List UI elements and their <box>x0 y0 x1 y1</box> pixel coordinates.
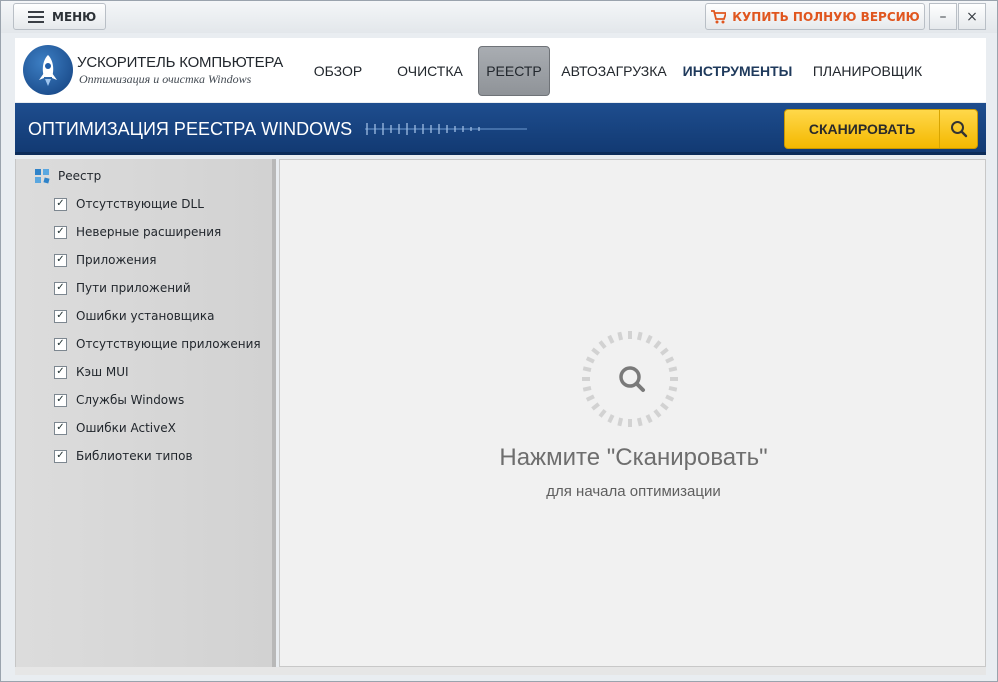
spinner-tick <box>636 417 643 427</box>
spinner-tick <box>636 331 643 341</box>
minimize-icon: – <box>939 8 947 25</box>
minimize-button[interactable]: – <box>929 3 957 30</box>
registry-icon <box>35 169 50 184</box>
category-applications[interactable]: ✓ Приложения <box>54 253 157 267</box>
category-missing-dll[interactable]: ✓ Отсутствующие DLL <box>54 197 204 211</box>
category-mui-cache[interactable]: ✓ Кэш MUI <box>54 365 129 379</box>
title-bar: МЕНЮ КУПИТЬ ПОЛНУЮ ВЕРСИЮ – × <box>1 1 997 33</box>
spinner-tick <box>598 409 607 418</box>
hamburger-icon <box>28 10 44 23</box>
checkbox[interactable]: ✓ <box>54 393 67 407</box>
spinner-tick <box>617 417 624 427</box>
spinner-tick <box>585 356 595 364</box>
spinner-tick <box>668 366 678 373</box>
category-invalid-extensions[interactable]: ✓ Неверные расширения <box>54 225 221 239</box>
spinner-tick <box>585 394 595 402</box>
spinner-tick <box>591 347 600 356</box>
status-strip <box>15 667 986 675</box>
buy-label: КУПИТЬ ПОЛНУЮ ВЕРСИЮ <box>732 9 920 24</box>
search-icon <box>939 110 977 148</box>
tab-cleanup[interactable]: ОЧИСТКА <box>387 46 473 96</box>
checkbox[interactable]: ✓ <box>54 449 67 463</box>
category-label: Кэш MUI <box>76 365 129 379</box>
tab-startup[interactable]: АВТОЗАГРУЗКА <box>558 46 670 96</box>
waveform-decoration-icon <box>365 123 527 135</box>
checkbox[interactable]: ✓ <box>54 309 67 323</box>
checkbox[interactable]: ✓ <box>54 281 67 295</box>
scan-button[interactable]: СКАНИРОВАТЬ <box>784 109 978 149</box>
app-window: МЕНЮ КУПИТЬ ПОЛНУЮ ВЕРСИЮ – × УСКОРИТЕЛЬ… <box>0 0 998 682</box>
checkbox[interactable]: ✓ <box>54 421 67 435</box>
menu-label: МЕНЮ <box>52 9 97 24</box>
spinner-tick <box>617 331 624 341</box>
category-label: Ошибки ActiveX <box>76 421 176 435</box>
spinner-tick <box>598 340 607 349</box>
registry-tree-root[interactable]: Реестр <box>34 168 101 184</box>
spinner-tick <box>665 394 675 402</box>
category-label: Ошибки установщика <box>76 309 215 323</box>
spinner-tick <box>645 334 653 344</box>
scan-spinner-icon <box>582 331 678 427</box>
spinner-tick <box>653 340 662 349</box>
spinner-tick <box>607 414 615 424</box>
section-title: ОПТИМИЗАЦИЯ РЕЕСТРА WINDOWS <box>28 119 353 139</box>
spinner-tick <box>582 385 592 392</box>
rocket-logo-icon <box>23 45 73 95</box>
checkbox[interactable]: ✓ <box>54 225 67 239</box>
category-installer-errors[interactable]: ✓ Ошибки установщика <box>54 309 215 323</box>
cart-icon <box>711 9 727 23</box>
spinner-tick <box>665 356 675 364</box>
category-type-libraries[interactable]: ✓ Библиотеки типов <box>54 449 193 463</box>
category-label: Отсутствующие DLL <box>76 197 204 211</box>
tab-registry[interactable]: РЕЕСТР <box>478 46 550 96</box>
spinner-tick <box>607 334 615 344</box>
menu-button[interactable]: МЕНЮ <box>13 3 106 30</box>
registry-categories-panel: Реестр ✓ Отсутствующие DLL ✓ Неверные ра… <box>15 159 276 667</box>
spinner-tick <box>660 402 669 411</box>
app-header: УСКОРИТЕЛЬ КОМПЬЮТЕРА Оптимизация и очис… <box>15 38 986 102</box>
spinner-tick <box>591 402 600 411</box>
checkbox[interactable]: ✓ <box>54 337 67 351</box>
category-app-paths[interactable]: ✓ Пути приложений <box>54 281 191 295</box>
category-label: Приложения <box>76 253 157 267</box>
category-windows-services[interactable]: ✓ Службы Windows <box>54 393 184 407</box>
scan-label: СКАНИРОВАТЬ <box>808 121 916 137</box>
spinner-tick <box>660 347 669 356</box>
tab-tools[interactable]: ИНСТРУМЕНТЫ <box>680 46 795 96</box>
category-label: Отсутствующие приложения <box>76 337 261 351</box>
checkbox[interactable]: ✓ <box>54 253 67 267</box>
close-button[interactable]: × <box>958 3 986 30</box>
scan-results-area: Нажмите "Сканировать" для начала оптимиз… <box>279 159 986 667</box>
close-icon: × <box>966 8 978 25</box>
spinner-tick <box>668 385 678 392</box>
category-label: Неверные расширения <box>76 225 222 239</box>
category-label: Пути приложений <box>76 281 191 295</box>
tab-overview[interactable]: ОБЗОР <box>303 46 373 96</box>
spinner-tick <box>645 414 653 424</box>
category-label: Службы Windows <box>76 393 185 407</box>
section-title-band: ОПТИМИЗАЦИЯ РЕЕСТРА WINDOWS СКАНИРОВАТЬ <box>15 103 986 155</box>
app-subtitle: Оптимизация и очистка Windows <box>79 72 252 86</box>
category-activex-errors[interactable]: ✓ Ошибки ActiveX <box>54 421 176 435</box>
spinner-tick <box>653 409 662 418</box>
tab-scheduler[interactable]: ПЛАНИРОВЩИК <box>810 46 925 96</box>
checkbox[interactable]: ✓ <box>54 197 67 211</box>
spinner-tick <box>582 366 592 373</box>
scan-prompt: Нажмите "Сканировать" <box>499 444 768 471</box>
category-missing-apps[interactable]: ✓ Отсутствующие приложения <box>54 337 261 351</box>
checkbox[interactable]: ✓ <box>54 365 67 379</box>
registry-tree-label: Реестр <box>58 169 102 183</box>
category-label: Библиотеки типов <box>76 449 193 463</box>
scan-prompt-subtitle: для начала оптимизации <box>546 483 721 500</box>
buy-full-version-button[interactable]: КУПИТЬ ПОЛНУЮ ВЕРСИЮ <box>705 3 925 30</box>
app-title: УСКОРИТЕЛЬ КОМПЬЮТЕРА <box>77 54 284 71</box>
